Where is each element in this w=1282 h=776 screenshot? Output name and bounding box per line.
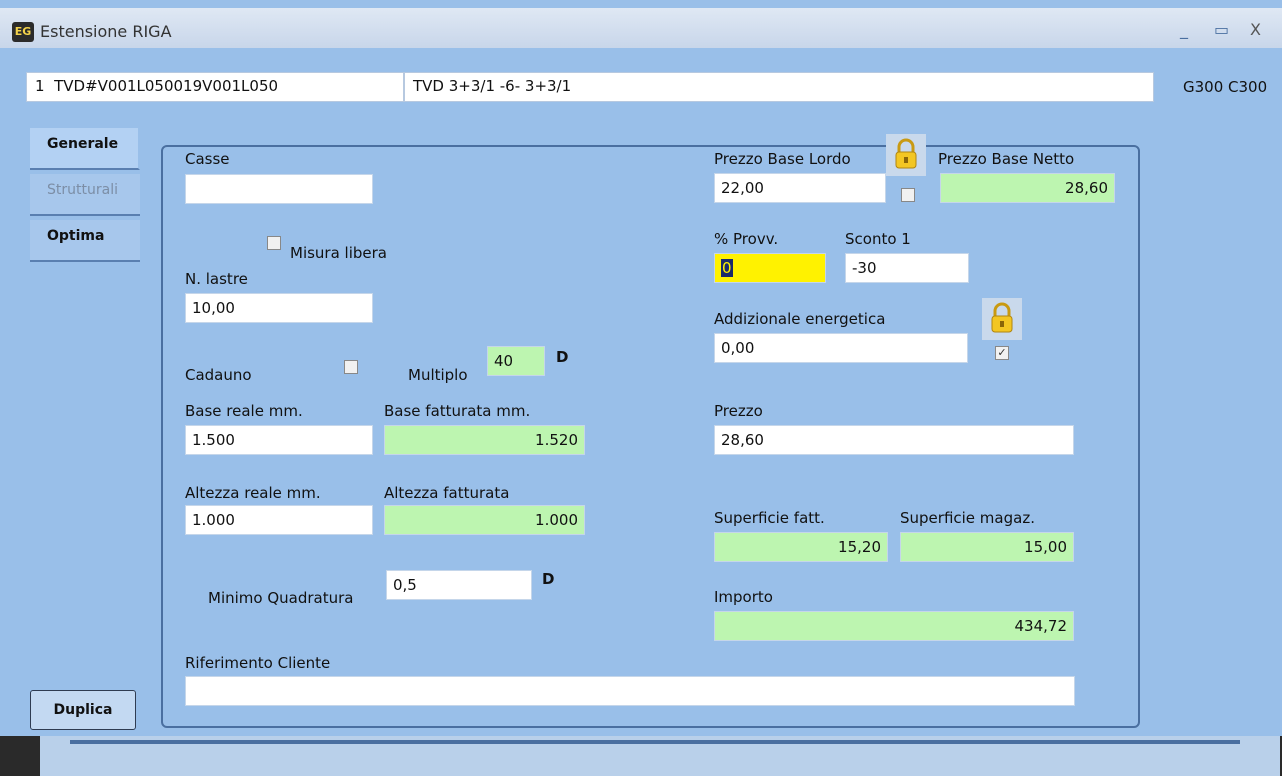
prezzo-lordo-lock-icon[interactable] bbox=[886, 134, 926, 176]
casse-input[interactable] bbox=[185, 174, 373, 204]
prezzo-lordo-lock-checkbox[interactable] bbox=[901, 188, 915, 202]
base-reale-label: Base reale mm. bbox=[185, 402, 303, 420]
multiplo-d-marker: D bbox=[556, 348, 569, 366]
article-description-field[interactable]: TVD 3+3/1 -6- 3+3/1 bbox=[404, 72, 1154, 102]
minimize-button[interactable]: _ bbox=[1180, 20, 1188, 39]
importo-label: Importo bbox=[714, 588, 773, 606]
provv-label: % Provv. bbox=[714, 230, 779, 248]
superficie-fatt-label: Superficie fatt. bbox=[714, 509, 825, 527]
cadauno-label: Cadauno bbox=[185, 366, 252, 384]
close-button[interactable]: X bbox=[1250, 20, 1261, 39]
base-fatturata-label: Base fatturata mm. bbox=[384, 402, 531, 420]
prezzo-base-netto-input[interactable]: 28,60 bbox=[940, 173, 1115, 203]
tab-generale[interactable]: Generale bbox=[30, 128, 140, 170]
n-lastre-label: N. lastre bbox=[185, 270, 248, 288]
addizionale-lock-checkbox[interactable]: ✓ bbox=[995, 346, 1009, 360]
row-number: 1 bbox=[35, 77, 45, 95]
multiplo-input[interactable]: 40 bbox=[487, 346, 545, 376]
window-title: Estensione RIGA bbox=[40, 22, 172, 41]
sconto1-input[interactable]: -30 bbox=[845, 253, 969, 283]
minimo-quadratura-d-marker: D bbox=[542, 570, 555, 588]
importo-input[interactable]: 434,72 bbox=[714, 611, 1074, 641]
base-reale-input[interactable]: 1.500 bbox=[185, 425, 373, 455]
tab-strutturali[interactable]: Strutturali bbox=[30, 174, 140, 216]
background-window-divider bbox=[70, 740, 1240, 744]
superficie-fatt-input[interactable]: 15,20 bbox=[714, 532, 888, 562]
base-fatturata-input[interactable]: 1.520 bbox=[384, 425, 585, 455]
article-code-field[interactable]: 1 TVD#V001L050019V001L050 bbox=[26, 72, 404, 102]
tab-optima[interactable]: Optima bbox=[30, 220, 140, 262]
sconto1-label: Sconto 1 bbox=[845, 230, 911, 248]
article-code: TVD#V001L050019V001L050 bbox=[54, 77, 279, 95]
casse-label: Casse bbox=[185, 150, 230, 168]
misura-libera-checkbox[interactable] bbox=[267, 236, 281, 250]
prezzo-base-lordo-input[interactable]: 22,00 bbox=[714, 173, 886, 203]
prezzo-label: Prezzo bbox=[714, 402, 763, 420]
prezzo-input[interactable]: 28,60 bbox=[714, 425, 1074, 455]
addizionale-energetica-input[interactable]: 0,00 bbox=[714, 333, 968, 363]
prezzo-base-lordo-label: Prezzo Base Lordo bbox=[714, 150, 851, 168]
app-icon: EG bbox=[12, 22, 34, 42]
title-bar bbox=[0, 8, 1282, 48]
addizionale-lock-icon[interactable] bbox=[982, 298, 1022, 340]
superficie-magaz-input[interactable]: 15,00 bbox=[900, 532, 1074, 562]
minimo-quadratura-label: Minimo Quadratura bbox=[208, 589, 354, 607]
altezza-reale-input[interactable]: 1.000 bbox=[185, 505, 373, 535]
addizionale-energetica-label: Addizionale energetica bbox=[714, 310, 886, 328]
altezza-fatturata-label: Altezza fatturata bbox=[384, 484, 510, 502]
duplica-button[interactable]: Duplica bbox=[30, 690, 136, 730]
altezza-reale-label: Altezza reale mm. bbox=[185, 484, 321, 502]
article-codes: G300 C300 bbox=[1183, 78, 1268, 96]
riferimento-cliente-label: Riferimento Cliente bbox=[185, 654, 331, 672]
n-lastre-input[interactable]: 10,00 bbox=[185, 293, 373, 323]
maximize-button[interactable]: ▭ bbox=[1214, 20, 1229, 39]
provv-selected-value: 0 bbox=[721, 259, 733, 277]
window: EG Estensione RIGA _ ▭ X 1 TVD#V001L0500… bbox=[0, 0, 1282, 736]
misura-libera-label: Misura libera bbox=[290, 244, 388, 262]
riferimento-cliente-input[interactable] bbox=[185, 676, 1075, 706]
provv-input[interactable]: 0 bbox=[714, 253, 826, 283]
altezza-fatturata-input[interactable]: 1.000 bbox=[384, 505, 585, 535]
multiplo-label: Multiplo bbox=[408, 366, 468, 384]
prezzo-base-netto-label: Prezzo Base Netto bbox=[938, 150, 1075, 168]
superficie-magaz-label: Superficie magaz. bbox=[900, 509, 1035, 527]
minimo-quadratura-input[interactable]: 0,5 bbox=[386, 570, 532, 600]
cadauno-checkbox[interactable] bbox=[344, 360, 358, 374]
